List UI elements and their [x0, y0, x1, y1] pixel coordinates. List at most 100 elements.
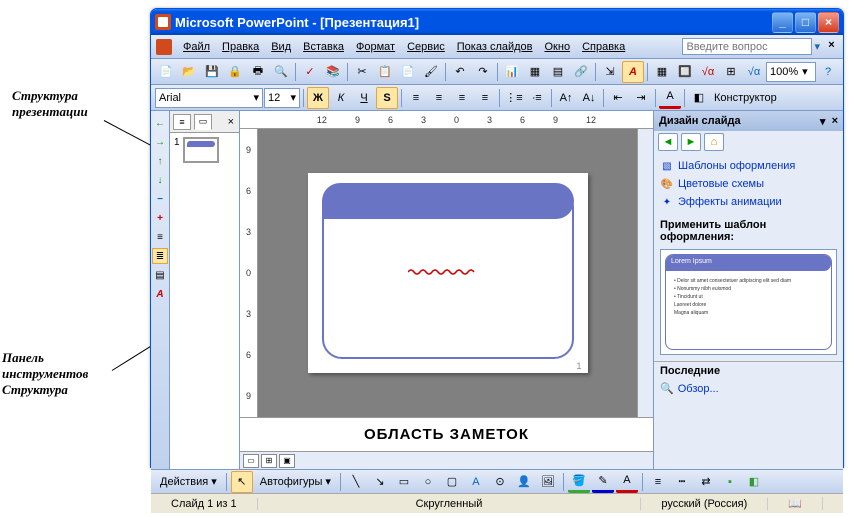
slide[interactable]: 1: [308, 173, 588, 373]
line-style-button[interactable]: ≡: [647, 471, 669, 493]
shadow-style-button[interactable]: ▪: [719, 471, 741, 493]
grid2-button[interactable]: ⊞: [720, 61, 742, 83]
save-button[interactable]: 💾: [201, 61, 223, 83]
templates-link[interactable]: ▧Шаблоны оформления: [660, 157, 837, 175]
print-button[interactable]: 🖶: [247, 61, 269, 83]
arrow-style-button[interactable]: ⇄: [695, 471, 717, 493]
help-button[interactable]: ?: [817, 61, 839, 83]
horizontal-ruler[interactable]: 12963036912: [240, 111, 653, 129]
notes-area[interactable]: ОБЛАСТЬ ЗАМЕТОК: [240, 417, 653, 451]
taskpane-header[interactable]: Дизайн слайда▾ ×: [654, 111, 843, 131]
close-pane-button[interactable]: ×: [228, 116, 234, 128]
justify-button[interactable]: ≡: [474, 87, 496, 109]
taskpane-close-icon[interactable]: ×: [832, 115, 838, 127]
textbox-button[interactable]: ▢: [441, 471, 463, 493]
open-button[interactable]: 📂: [178, 61, 200, 83]
close-button[interactable]: ×: [818, 12, 839, 33]
chart-button[interactable]: 📊: [501, 61, 523, 83]
move-down-button[interactable]: ↓: [152, 172, 168, 188]
tables-borders-button[interactable]: ▤: [547, 61, 569, 83]
promote-button[interactable]: ←: [152, 115, 168, 131]
font-color2-button[interactable]: A: [616, 471, 638, 493]
picture-button[interactable]: 🖼: [537, 471, 559, 493]
status-spell-icon[interactable]: 📖: [768, 497, 823, 510]
menu-format[interactable]: Формат: [350, 38, 401, 56]
line-color-button[interactable]: ✎: [592, 471, 614, 493]
oval-button[interactable]: ○: [417, 471, 439, 493]
italic-button[interactable]: К: [330, 87, 352, 109]
menu-slideshow[interactable]: Показ слайдов: [451, 38, 539, 56]
collapse-all-button[interactable]: ≡: [152, 229, 168, 245]
bold-button[interactable]: Ж: [307, 87, 329, 109]
color-button[interactable]: 🔲: [674, 61, 696, 83]
menu-view[interactable]: Вид: [265, 38, 297, 56]
show-formatting-button[interactable]: A: [622, 61, 644, 83]
demote-button[interactable]: →: [152, 134, 168, 150]
menu-insert[interactable]: Вставка: [297, 38, 350, 56]
grid-button[interactable]: ▦: [651, 61, 673, 83]
normal-view-button[interactable]: ▭: [243, 454, 259, 468]
underline-button[interactable]: Ч: [353, 87, 375, 109]
equation-button[interactable]: √α: [697, 61, 719, 83]
vertical-scrollbar[interactable]: [637, 129, 653, 417]
vertical-ruler[interactable]: 9630369: [240, 129, 258, 417]
bullets-button[interactable]: ∙≡: [526, 87, 548, 109]
font-size-combo[interactable]: 12▾: [264, 88, 300, 108]
align-right-button[interactable]: ≡: [451, 87, 473, 109]
color-schemes-link[interactable]: 🎨Цветовые схемы: [660, 175, 837, 193]
template-thumb[interactable]: Lorem Ipsum • Delor sit amet consectetue…: [665, 254, 832, 350]
slide-title-bar[interactable]: [322, 183, 574, 219]
menu-edit[interactable]: Правка: [216, 38, 265, 56]
3d-style-button[interactable]: ◧: [743, 471, 765, 493]
menu-help[interactable]: Справка: [576, 38, 631, 56]
hyperlink-button[interactable]: 🔗: [570, 61, 592, 83]
sorter-view-button[interactable]: ⊞: [261, 454, 277, 468]
collapse-button[interactable]: −: [152, 191, 168, 207]
placeholder-text[interactable]: [408, 268, 478, 276]
increase-font-button[interactable]: A↑: [555, 87, 577, 109]
spellcheck-button[interactable]: ✓: [299, 61, 321, 83]
slideshow-view-button[interactable]: ▣: [279, 454, 295, 468]
format-painter-button[interactable]: 🖌: [420, 61, 442, 83]
line-button[interactable]: ╲: [345, 471, 367, 493]
permission-button[interactable]: 🔒: [224, 61, 246, 83]
taskpane-menu-icon[interactable]: ▾: [820, 115, 826, 128]
minimize-button[interactable]: _: [772, 12, 793, 33]
move-up-button[interactable]: ↑: [152, 153, 168, 169]
undo-button[interactable]: ↶: [449, 61, 471, 83]
numbering-button[interactable]: ⋮≡: [503, 87, 525, 109]
preview-button[interactable]: 🔍: [270, 61, 292, 83]
slides-tab[interactable]: ▭: [194, 114, 212, 130]
font-color-button[interactable]: A: [659, 87, 681, 109]
redo-button[interactable]: ↷: [472, 61, 494, 83]
research-button[interactable]: 📚: [322, 61, 344, 83]
font-name-combo[interactable]: Arial▾: [155, 88, 263, 108]
thumb-preview[interactable]: [183, 137, 219, 163]
align-center-button[interactable]: ≡: [428, 87, 450, 109]
autoshapes-menu[interactable]: Автофигуры ▾: [255, 473, 336, 490]
new-button[interactable]: 📄: [155, 61, 177, 83]
slide-thumb[interactable]: 1: [174, 137, 235, 163]
clipart-button[interactable]: 👤: [513, 471, 535, 493]
cut-button[interactable]: ✂: [351, 61, 373, 83]
align-left-button[interactable]: ≡: [405, 87, 427, 109]
copy-button[interactable]: 📋: [374, 61, 396, 83]
back-button[interactable]: ◄: [658, 133, 678, 151]
status-language[interactable]: русский (Россия): [641, 498, 768, 510]
decrease-font-button[interactable]: A↓: [578, 87, 600, 109]
forward-button[interactable]: ►: [681, 133, 701, 151]
doc-icon[interactable]: [156, 39, 172, 55]
decrease-indent-button[interactable]: ⇤: [607, 87, 629, 109]
menu-file[interactable]: Файл: [177, 38, 216, 56]
dash-style-button[interactable]: ┅: [671, 471, 693, 493]
show-format-button[interactable]: A: [152, 286, 168, 302]
menu-tools[interactable]: Сервис: [401, 38, 451, 56]
equation2-button[interactable]: √α: [743, 61, 765, 83]
select-button[interactable]: ↖: [231, 471, 253, 493]
expand-all-button[interactable]: ≣: [152, 248, 168, 264]
menu-window[interactable]: Окно: [539, 38, 577, 56]
designer-button[interactable]: Конструктор: [711, 88, 780, 108]
increase-indent-button[interactable]: ⇥: [630, 87, 652, 109]
expand-button[interactable]: +: [152, 210, 168, 226]
thumbnails-list[interactable]: 1: [170, 133, 239, 469]
